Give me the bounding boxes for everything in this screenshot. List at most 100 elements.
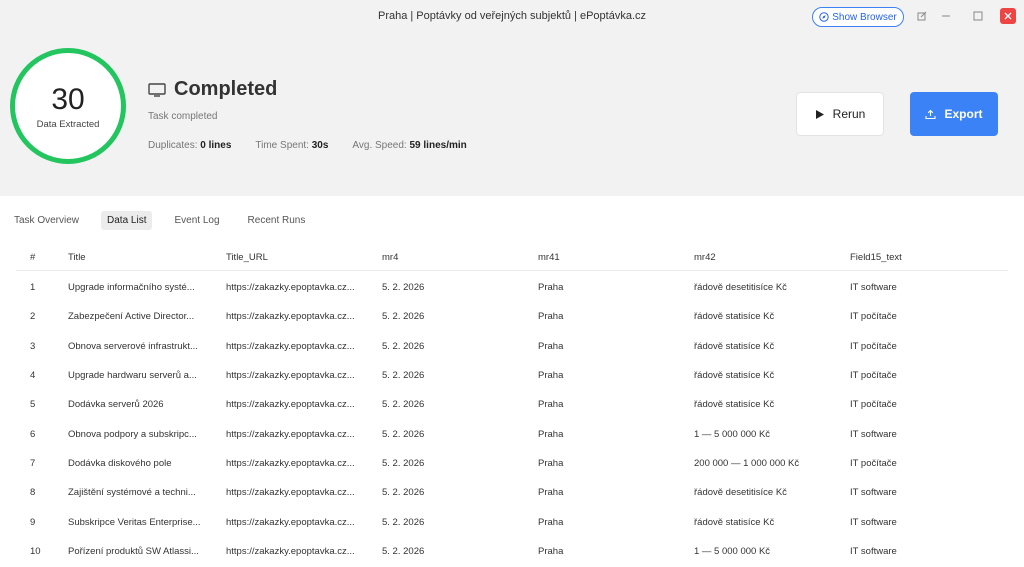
- table-cell: Praha: [538, 457, 564, 469]
- table-cell: 4: [30, 370, 36, 382]
- column-header: Title_URL: [226, 252, 268, 263]
- table-cell: 5. 2. 2026: [382, 311, 425, 323]
- column-header: #: [30, 252, 36, 263]
- table-cell: Praha: [538, 428, 564, 440]
- table-cell: IT počítače: [850, 370, 897, 382]
- column-header: Field15_text: [850, 252, 902, 263]
- tab-recent-runs[interactable]: Recent Runs: [242, 211, 312, 230]
- task-stats: Duplicates: 0 lines Time Spent: 30s Avg.…: [148, 140, 467, 151]
- table-cell: Praha: [538, 545, 564, 557]
- close-icon[interactable]: [1000, 8, 1016, 24]
- table-cell: https://zakazky.epoptavka.cz...: [226, 370, 355, 382]
- monitor-icon: [148, 82, 166, 97]
- table-cell: 5. 2. 2026: [382, 282, 425, 294]
- column-header: Title: [68, 252, 86, 263]
- table-cell: IT software: [850, 545, 897, 557]
- table-row[interactable]: 9 Subskripce Veritas Enterprise... https:/…: [16, 507, 1008, 536]
- duplicates-stat: Duplicates: 0 lines: [148, 140, 232, 151]
- extracted-count: 30: [51, 82, 85, 116]
- table-cell: Dodávka serverů 2026: [68, 399, 164, 411]
- table-row[interactable]: 7 Dodávka diskového pole https://zakazky.e…: [16, 449, 1008, 478]
- extracted-count-ring: 30 Data Extracted: [10, 48, 126, 164]
- task-status-subtitle: Task completed: [148, 111, 218, 122]
- table-cell: https://zakazky.epoptavka.cz...: [226, 545, 355, 557]
- table-cell: https://zakazky.epoptavka.cz...: [226, 487, 355, 499]
- rerun-button[interactable]: Rerun: [796, 92, 884, 136]
- table-cell: https://zakazky.epoptavka.cz...: [226, 399, 355, 411]
- table-cell: 5. 2. 2026: [382, 487, 425, 499]
- table-cell: 6: [30, 428, 36, 440]
- table-cell: https://zakazky.epoptavka.cz...: [226, 282, 355, 294]
- tab-bar: Task Overview Data List Event Log Recent…: [8, 211, 319, 230]
- task-summary-panel: Praha | Poptávky od veřejných subjektů |…: [0, 0, 1024, 196]
- table-cell: https://zakazky.epoptavka.cz...: [226, 457, 355, 469]
- table-cell: Upgrade hardwaru serverů a...: [68, 370, 197, 382]
- table-row[interactable]: 4 Upgrade hardwaru serverů a... https://za…: [16, 361, 1008, 390]
- show-browser-button[interactable]: Show Browser: [812, 7, 904, 27]
- table-cell: IT počítače: [850, 311, 897, 323]
- table-cell: 5. 2. 2026: [382, 457, 425, 469]
- table-cell: 9: [30, 516, 36, 528]
- table-cell: 2: [30, 311, 36, 323]
- table-cell: IT počítače: [850, 340, 897, 352]
- table-cell: 3: [30, 340, 36, 352]
- table-row[interactable]: 3 Obnova serverové infrastrukt... https://…: [16, 332, 1008, 361]
- table-cell: Praha: [538, 340, 564, 352]
- table-row[interactable]: 2 Zabezpečení Active Director... https://z…: [16, 302, 1008, 331]
- table-cell: Praha: [538, 311, 564, 323]
- table-cell: 5. 2. 2026: [382, 428, 425, 440]
- upload-icon: [925, 109, 937, 119]
- table-cell: Obnova podpory a subskripc...: [68, 428, 197, 440]
- rerun-label: Rerun: [832, 107, 866, 121]
- table-body: 1 Upgrade informačního systé... https://za…: [16, 273, 1008, 566]
- table-cell: Obnova serverové infrastrukt...: [68, 340, 198, 352]
- table-cell: 7: [30, 457, 36, 469]
- data-table: # Title Title_URL mr4 mr41 mr42 Field15_…: [16, 245, 1008, 566]
- table-cell: https://zakazky.epoptavka.cz...: [226, 311, 355, 323]
- compass-icon: [819, 12, 829, 22]
- table-cell: řádově statisíce Kč: [694, 399, 775, 411]
- table-cell: 200 000 — 1 000 000 Kč: [694, 457, 800, 469]
- table-cell: Zajištění systémové a techni...: [68, 487, 196, 499]
- tab-event-log[interactable]: Event Log: [168, 211, 225, 230]
- table-cell: https://zakazky.epoptavka.cz...: [226, 340, 355, 352]
- play-icon: [815, 109, 824, 119]
- table-cell: řádově statisíce Kč: [694, 516, 775, 528]
- extracted-count-label: Data Extracted: [36, 118, 100, 130]
- column-header: mr4: [382, 252, 399, 263]
- table-cell: IT software: [850, 487, 897, 499]
- task-status-text: Completed: [174, 78, 278, 100]
- table-cell: https://zakazky.epoptavka.cz...: [226, 516, 355, 528]
- column-header: mr41: [538, 252, 560, 263]
- table-cell: https://zakazky.epoptavka.cz...: [226, 428, 355, 440]
- table-cell: Dodávka diskového pole: [68, 457, 172, 469]
- table-cell: Zabezpečení Active Director...: [68, 311, 195, 323]
- maximize-icon[interactable]: [970, 8, 986, 24]
- table-cell: 5. 2. 2026: [382, 516, 425, 528]
- table-row[interactable]: 6 Obnova podpory a subskripc... https://za…: [16, 419, 1008, 448]
- table-cell: řádově statisíce Kč: [694, 370, 775, 382]
- table-cell: Pořízení produktů SW Atlassi...: [68, 545, 199, 557]
- table-row[interactable]: 5 Dodávka serverů 2026 https://zakazky.epo…: [16, 390, 1008, 419]
- show-browser-label: Show Browser: [832, 11, 897, 23]
- table-cell: Praha: [538, 516, 564, 528]
- minimize-icon[interactable]: [938, 8, 954, 24]
- table-cell: IT software: [850, 428, 897, 440]
- table-cell: Praha: [538, 370, 564, 382]
- table-row[interactable]: 10 Pořízení produktů SW Atlassi... https:/…: [16, 537, 1008, 566]
- table-cell: Praha: [538, 282, 564, 294]
- column-header: mr42: [694, 252, 716, 263]
- table-cell: 8: [30, 487, 36, 499]
- tab-task-overview[interactable]: Task Overview: [8, 211, 85, 230]
- table-cell: Praha: [538, 487, 564, 499]
- export-button[interactable]: Export: [910, 92, 998, 136]
- table-cell: IT počítače: [850, 457, 897, 469]
- tab-data-list[interactable]: Data List: [101, 211, 153, 230]
- edit-icon[interactable]: [914, 8, 930, 24]
- table-row[interactable]: 1 Upgrade informačního systé... https://za…: [16, 273, 1008, 302]
- table-cell: řádově desetitisíce Kč: [694, 282, 787, 294]
- table-cell: 1: [30, 282, 36, 294]
- table-row[interactable]: 8 Zajištění systémové a techni... https://…: [16, 478, 1008, 507]
- table-cell: 5. 2. 2026: [382, 545, 425, 557]
- table-cell: řádově statisíce Kč: [694, 340, 775, 352]
